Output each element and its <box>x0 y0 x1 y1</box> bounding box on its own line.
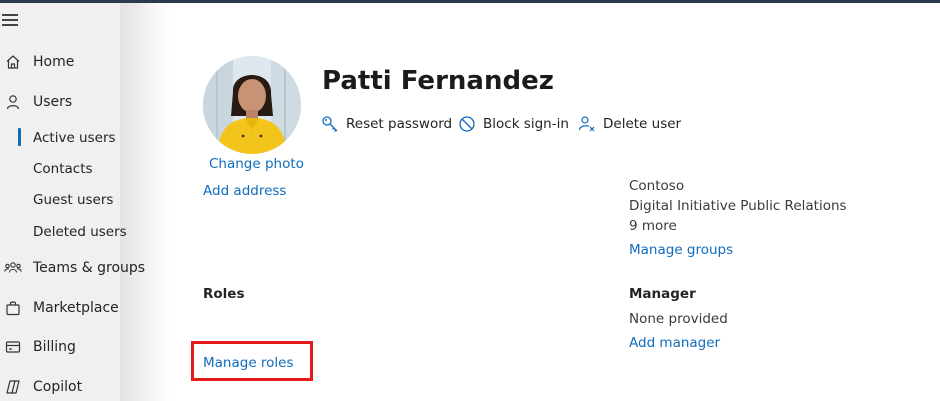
key-icon <box>320 114 340 134</box>
copilot-icon <box>2 377 24 397</box>
sidebar-subitem-contacts[interactable]: Contacts <box>33 161 93 177</box>
sidebar-subitem-active-users[interactable]: Active users <box>33 130 116 146</box>
person-delete-icon <box>577 114 597 134</box>
add-manager-link[interactable]: Add manager <box>629 335 720 351</box>
sidebar-item-billing[interactable]: Billing <box>0 335 76 359</box>
hamburger-menu-icon[interactable] <box>2 14 18 29</box>
sidebar-item-label: Home <box>33 54 75 70</box>
add-address-link[interactable]: Add address <box>203 183 286 199</box>
reset-password-label: Reset password <box>346 116 453 132</box>
groups-more-count: 9 more <box>629 218 677 234</box>
change-photo-link[interactable]: Change photo <box>209 156 304 172</box>
sidebar-item-label: Billing <box>33 339 76 355</box>
block-signin-button[interactable]: Block sign-in <box>457 113 569 135</box>
people-team-icon <box>2 258 24 278</box>
sidebar-item-label: Users <box>33 94 73 110</box>
delete-user-button[interactable]: Delete user <box>577 113 681 135</box>
delete-user-label: Delete user <box>603 116 682 132</box>
sidebar-item-label: Copilot <box>33 379 83 395</box>
group-item: Contoso <box>629 178 685 194</box>
highlight-box <box>191 341 313 381</box>
block-icon <box>457 114 477 134</box>
sidebar-item-label: Marketplace <box>33 300 119 316</box>
user-avatar[interactable] <box>203 56 301 154</box>
home-icon <box>2 52 24 72</box>
credit-card-icon <box>2 337 24 357</box>
block-signin-label: Block sign-in <box>483 116 569 132</box>
active-indicator <box>18 128 21 146</box>
user-display-name: Patti Fernandez <box>322 66 554 96</box>
sidebar-shadow <box>120 3 172 401</box>
manager-heading: Manager <box>629 286 696 302</box>
manager-value: None provided <box>629 311 728 327</box>
sidebar-item-copilot[interactable]: Copilot <box>0 375 82 399</box>
sidebar-subitem-deleted-users[interactable]: Deleted users <box>33 224 127 240</box>
sidebar-item-home[interactable]: Home <box>0 50 74 74</box>
roles-heading: Roles <box>203 286 245 302</box>
person-icon <box>2 92 24 112</box>
sidebar-item-users[interactable]: Users <box>0 90 72 114</box>
group-item: Digital Initiative Public Relations <box>629 198 847 214</box>
sidebar-item-label: Teams & groups <box>33 260 146 276</box>
reset-password-button[interactable]: Reset password <box>320 113 452 135</box>
manage-groups-link[interactable]: Manage groups <box>629 242 733 258</box>
sidebar-item-teams-groups[interactable]: Teams & groups <box>0 256 145 280</box>
sidebar-item-marketplace[interactable]: Marketplace <box>0 296 119 320</box>
sidebar-subitem-guest-users[interactable]: Guest users <box>33 192 113 208</box>
shopping-bag-icon <box>2 298 24 318</box>
